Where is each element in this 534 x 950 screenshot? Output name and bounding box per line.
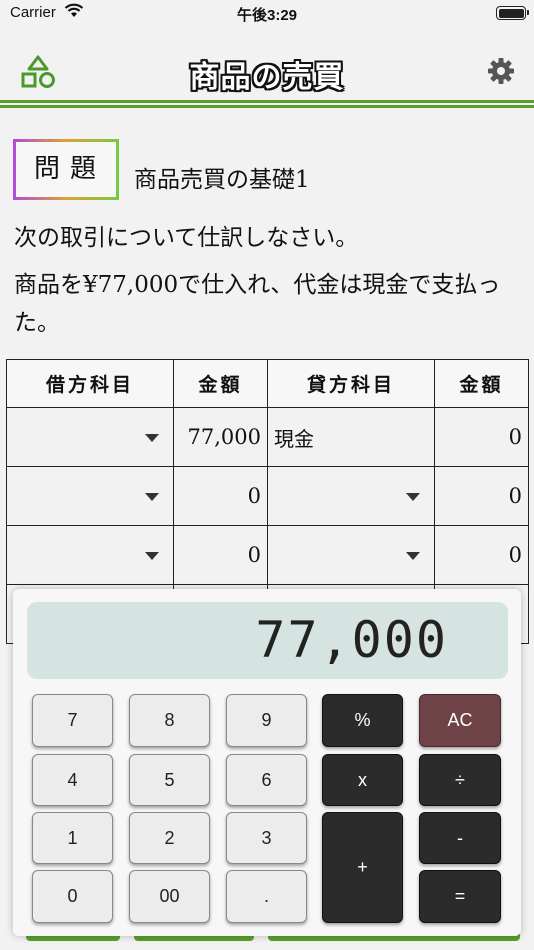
problem-instruction: 次の取引について仕訳しなさい。 (14, 225, 359, 251)
calculator-display: 77,000 (27, 602, 508, 679)
debit-amount-field[interactable]: 0 (173, 525, 268, 585)
key-1[interactable]: 1 (32, 812, 113, 864)
gear-icon[interactable] (486, 56, 516, 86)
chevron-down-icon (145, 493, 159, 501)
credit-account-value: 現金 (274, 426, 314, 451)
calculator-panel: 77,000 7 8 9 % AC 4 5 6 x ÷ 1 2 3 + - 0 … (13, 589, 521, 936)
status-bar: Carrier 午後3:29 (0, 0, 534, 28)
header-credit-amount: 金額 (434, 359, 529, 408)
status-time: 午後3:29 (236, 7, 298, 24)
credit-amount-field[interactable]: 0 (434, 525, 529, 585)
key-9[interactable]: 9 (226, 694, 307, 747)
chevron-down-icon (406, 552, 420, 560)
credit-amount-field[interactable]: 0 (434, 407, 529, 467)
credit-account-select[interactable] (267, 466, 435, 526)
key-4[interactable]: 4 (32, 754, 113, 806)
key-6[interactable]: 6 (226, 754, 307, 806)
key-3[interactable]: 3 (226, 812, 307, 864)
header-debit-account: 借方科目 (6, 359, 174, 408)
table-row: 77,000 現金 0 (6, 407, 529, 467)
key-5[interactable]: 5 (129, 754, 210, 806)
table-row: 0 0 (6, 525, 529, 585)
key-minus[interactable]: - (419, 812, 501, 864)
battery-icon (496, 6, 529, 20)
header-debit-amount: 金額 (173, 359, 268, 408)
problem-text: 商品を¥77,000で仕入れ、代金は現金で支払った。 (14, 272, 501, 336)
credit-account-select[interactable]: 現金 (267, 407, 435, 467)
key-all-clear[interactable]: AC (419, 694, 501, 747)
key-divide[interactable]: ÷ (419, 754, 501, 806)
nav-divider (0, 100, 534, 110)
table-row: 0 0 (6, 466, 529, 526)
key-2[interactable]: 2 (129, 812, 210, 864)
debit-account-select[interactable] (6, 407, 174, 467)
key-percent[interactable]: % (322, 694, 403, 747)
credit-amount-field[interactable]: 0 (434, 466, 529, 526)
credit-account-select[interactable] (267, 525, 435, 585)
debit-account-select[interactable] (6, 466, 174, 526)
key-multiply[interactable]: x (322, 754, 403, 806)
problem-title: 商品売買の基礎1 (134, 167, 310, 193)
key-7[interactable]: 7 (32, 694, 113, 747)
key-0[interactable]: 0 (32, 870, 113, 923)
nav-title: 商品の売買 (189, 60, 345, 95)
key-decimal[interactable]: . (226, 870, 307, 923)
chevron-down-icon (145, 434, 159, 442)
debit-amount-field[interactable]: 0 (173, 466, 268, 526)
key-00[interactable]: 00 (129, 870, 210, 923)
chevron-down-icon (145, 552, 159, 560)
key-equals[interactable]: = (419, 870, 501, 923)
problem-badge: 問題 (13, 139, 119, 200)
debit-account-select[interactable] (6, 525, 174, 585)
nav-bar: 商品の売買 (0, 28, 534, 106)
chevron-down-icon (406, 493, 420, 501)
key-plus[interactable]: + (322, 812, 403, 923)
header-credit-account: 貸方科目 (267, 359, 435, 408)
key-8[interactable]: 8 (129, 694, 210, 747)
journal-header-row: 借方科目 金額 貸方科目 金額 (6, 359, 529, 408)
debit-amount-field[interactable]: 77,000 (173, 407, 268, 467)
